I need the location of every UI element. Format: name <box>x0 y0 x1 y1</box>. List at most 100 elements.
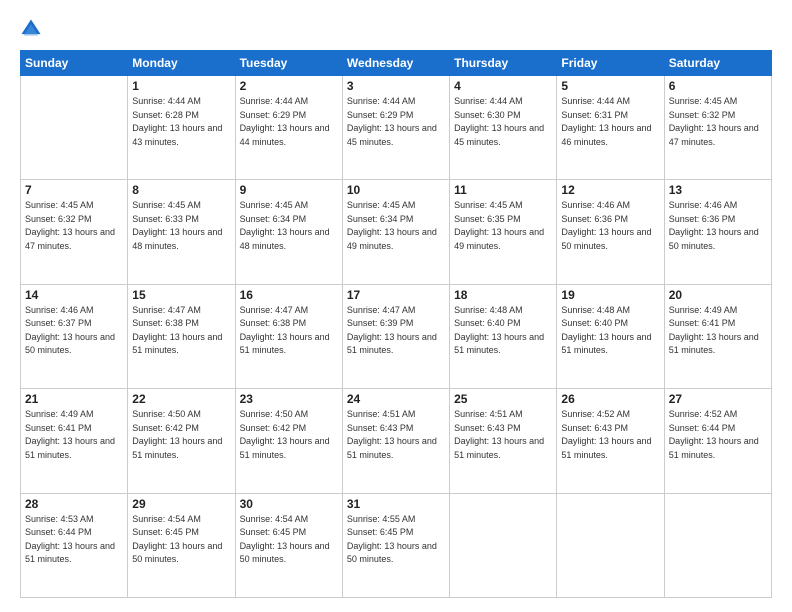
sunrise: Sunrise: 4:46 AM <box>25 305 94 315</box>
daylight: Daylight: 13 hours and 51 minutes. <box>132 332 222 356</box>
day-number: 25 <box>454 392 552 406</box>
weekday-header-sunday: Sunday <box>21 51 128 76</box>
sunrise: Sunrise: 4:44 AM <box>347 96 416 106</box>
sunrise: Sunrise: 4:51 AM <box>347 409 416 419</box>
day-number: 31 <box>347 497 445 511</box>
sunrise: Sunrise: 4:48 AM <box>561 305 630 315</box>
calendar-cell: 16 Sunrise: 4:47 AM Sunset: 6:38 PM Dayl… <box>235 284 342 388</box>
sunrise: Sunrise: 4:54 AM <box>132 514 201 524</box>
weekday-header-friday: Friday <box>557 51 664 76</box>
sun-info: Sunrise: 4:44 AM Sunset: 6:30 PM Dayligh… <box>454 95 552 149</box>
daylight: Daylight: 13 hours and 51 minutes. <box>132 436 222 460</box>
calendar-week-2: 7 Sunrise: 4:45 AM Sunset: 6:32 PM Dayli… <box>21 180 772 284</box>
sunset: Sunset: 6:45 PM <box>347 527 414 537</box>
weekday-header-monday: Monday <box>128 51 235 76</box>
sunset: Sunset: 6:29 PM <box>347 110 414 120</box>
sunrise: Sunrise: 4:44 AM <box>132 96 201 106</box>
calendar-week-5: 28 Sunrise: 4:53 AM Sunset: 6:44 PM Dayl… <box>21 493 772 597</box>
sunset: Sunset: 6:29 PM <box>240 110 307 120</box>
daylight: Daylight: 13 hours and 50 minutes. <box>25 332 115 356</box>
sun-info: Sunrise: 4:52 AM Sunset: 6:44 PM Dayligh… <box>669 408 767 462</box>
sunset: Sunset: 6:42 PM <box>240 423 307 433</box>
sun-info: Sunrise: 4:47 AM Sunset: 6:39 PM Dayligh… <box>347 304 445 358</box>
sunset: Sunset: 6:35 PM <box>454 214 521 224</box>
sunset: Sunset: 6:42 PM <box>132 423 199 433</box>
daylight: Daylight: 13 hours and 49 minutes. <box>347 227 437 251</box>
day-number: 7 <box>25 183 123 197</box>
sunrise: Sunrise: 4:55 AM <box>347 514 416 524</box>
weekday-header-wednesday: Wednesday <box>342 51 449 76</box>
sunset: Sunset: 6:39 PM <box>347 318 414 328</box>
daylight: Daylight: 13 hours and 46 minutes. <box>561 123 651 147</box>
daylight: Daylight: 13 hours and 43 minutes. <box>132 123 222 147</box>
daylight: Daylight: 13 hours and 51 minutes. <box>669 332 759 356</box>
weekday-header-row: SundayMondayTuesdayWednesdayThursdayFrid… <box>21 51 772 76</box>
sunset: Sunset: 6:36 PM <box>561 214 628 224</box>
logo <box>20 18 46 40</box>
day-number: 15 <box>132 288 230 302</box>
sunset: Sunset: 6:41 PM <box>669 318 736 328</box>
sunset: Sunset: 6:40 PM <box>454 318 521 328</box>
daylight: Daylight: 13 hours and 47 minutes. <box>669 123 759 147</box>
sunrise: Sunrise: 4:48 AM <box>454 305 523 315</box>
calendar-cell: 15 Sunrise: 4:47 AM Sunset: 6:38 PM Dayl… <box>128 284 235 388</box>
daylight: Daylight: 13 hours and 51 minutes. <box>347 436 437 460</box>
daylight: Daylight: 13 hours and 51 minutes. <box>669 436 759 460</box>
sunset: Sunset: 6:44 PM <box>25 527 92 537</box>
sun-info: Sunrise: 4:53 AM Sunset: 6:44 PM Dayligh… <box>25 513 123 567</box>
sun-info: Sunrise: 4:45 AM Sunset: 6:32 PM Dayligh… <box>25 199 123 253</box>
sun-info: Sunrise: 4:44 AM Sunset: 6:29 PM Dayligh… <box>347 95 445 149</box>
page: SundayMondayTuesdayWednesdayThursdayFrid… <box>0 0 792 612</box>
daylight: Daylight: 13 hours and 50 minutes. <box>561 227 651 251</box>
sun-info: Sunrise: 4:46 AM Sunset: 6:36 PM Dayligh… <box>561 199 659 253</box>
sun-info: Sunrise: 4:45 AM Sunset: 6:35 PM Dayligh… <box>454 199 552 253</box>
sunset: Sunset: 6:30 PM <box>454 110 521 120</box>
sun-info: Sunrise: 4:51 AM Sunset: 6:43 PM Dayligh… <box>454 408 552 462</box>
sunset: Sunset: 6:38 PM <box>132 318 199 328</box>
calendar-cell: 17 Sunrise: 4:47 AM Sunset: 6:39 PM Dayl… <box>342 284 449 388</box>
calendar-cell: 23 Sunrise: 4:50 AM Sunset: 6:42 PM Dayl… <box>235 389 342 493</box>
sunrise: Sunrise: 4:44 AM <box>454 96 523 106</box>
day-number: 11 <box>454 183 552 197</box>
sunrise: Sunrise: 4:54 AM <box>240 514 309 524</box>
sunset: Sunset: 6:31 PM <box>561 110 628 120</box>
sun-info: Sunrise: 4:44 AM Sunset: 6:29 PM Dayligh… <box>240 95 338 149</box>
sunset: Sunset: 6:33 PM <box>132 214 199 224</box>
calendar-cell: 21 Sunrise: 4:49 AM Sunset: 6:41 PM Dayl… <box>21 389 128 493</box>
calendar-week-1: 1 Sunrise: 4:44 AM Sunset: 6:28 PM Dayli… <box>21 76 772 180</box>
calendar-cell: 29 Sunrise: 4:54 AM Sunset: 6:45 PM Dayl… <box>128 493 235 597</box>
logo-icon <box>20 18 42 40</box>
day-number: 26 <box>561 392 659 406</box>
calendar-cell: 30 Sunrise: 4:54 AM Sunset: 6:45 PM Dayl… <box>235 493 342 597</box>
daylight: Daylight: 13 hours and 44 minutes. <box>240 123 330 147</box>
daylight: Daylight: 13 hours and 48 minutes. <box>240 227 330 251</box>
weekday-header-tuesday: Tuesday <box>235 51 342 76</box>
day-number: 30 <box>240 497 338 511</box>
daylight: Daylight: 13 hours and 51 minutes. <box>347 332 437 356</box>
sun-info: Sunrise: 4:48 AM Sunset: 6:40 PM Dayligh… <box>561 304 659 358</box>
sunrise: Sunrise: 4:50 AM <box>240 409 309 419</box>
sun-info: Sunrise: 4:49 AM Sunset: 6:41 PM Dayligh… <box>669 304 767 358</box>
calendar-cell: 12 Sunrise: 4:46 AM Sunset: 6:36 PM Dayl… <box>557 180 664 284</box>
sunrise: Sunrise: 4:45 AM <box>25 200 94 210</box>
sunrise: Sunrise: 4:53 AM <box>25 514 94 524</box>
sunrise: Sunrise: 4:46 AM <box>669 200 738 210</box>
day-number: 29 <box>132 497 230 511</box>
day-number: 24 <box>347 392 445 406</box>
sunset: Sunset: 6:28 PM <box>132 110 199 120</box>
daylight: Daylight: 13 hours and 51 minutes. <box>25 541 115 565</box>
calendar-cell: 7 Sunrise: 4:45 AM Sunset: 6:32 PM Dayli… <box>21 180 128 284</box>
sunrise: Sunrise: 4:45 AM <box>669 96 738 106</box>
day-number: 16 <box>240 288 338 302</box>
sunrise: Sunrise: 4:47 AM <box>347 305 416 315</box>
sun-info: Sunrise: 4:54 AM Sunset: 6:45 PM Dayligh… <box>132 513 230 567</box>
sun-info: Sunrise: 4:55 AM Sunset: 6:45 PM Dayligh… <box>347 513 445 567</box>
daylight: Daylight: 13 hours and 45 minutes. <box>454 123 544 147</box>
calendar-cell: 6 Sunrise: 4:45 AM Sunset: 6:32 PM Dayli… <box>664 76 771 180</box>
daylight: Daylight: 13 hours and 45 minutes. <box>347 123 437 147</box>
sun-info: Sunrise: 4:45 AM Sunset: 6:33 PM Dayligh… <box>132 199 230 253</box>
calendar-cell: 13 Sunrise: 4:46 AM Sunset: 6:36 PM Dayl… <box>664 180 771 284</box>
calendar-cell: 24 Sunrise: 4:51 AM Sunset: 6:43 PM Dayl… <box>342 389 449 493</box>
day-number: 18 <box>454 288 552 302</box>
day-number: 20 <box>669 288 767 302</box>
